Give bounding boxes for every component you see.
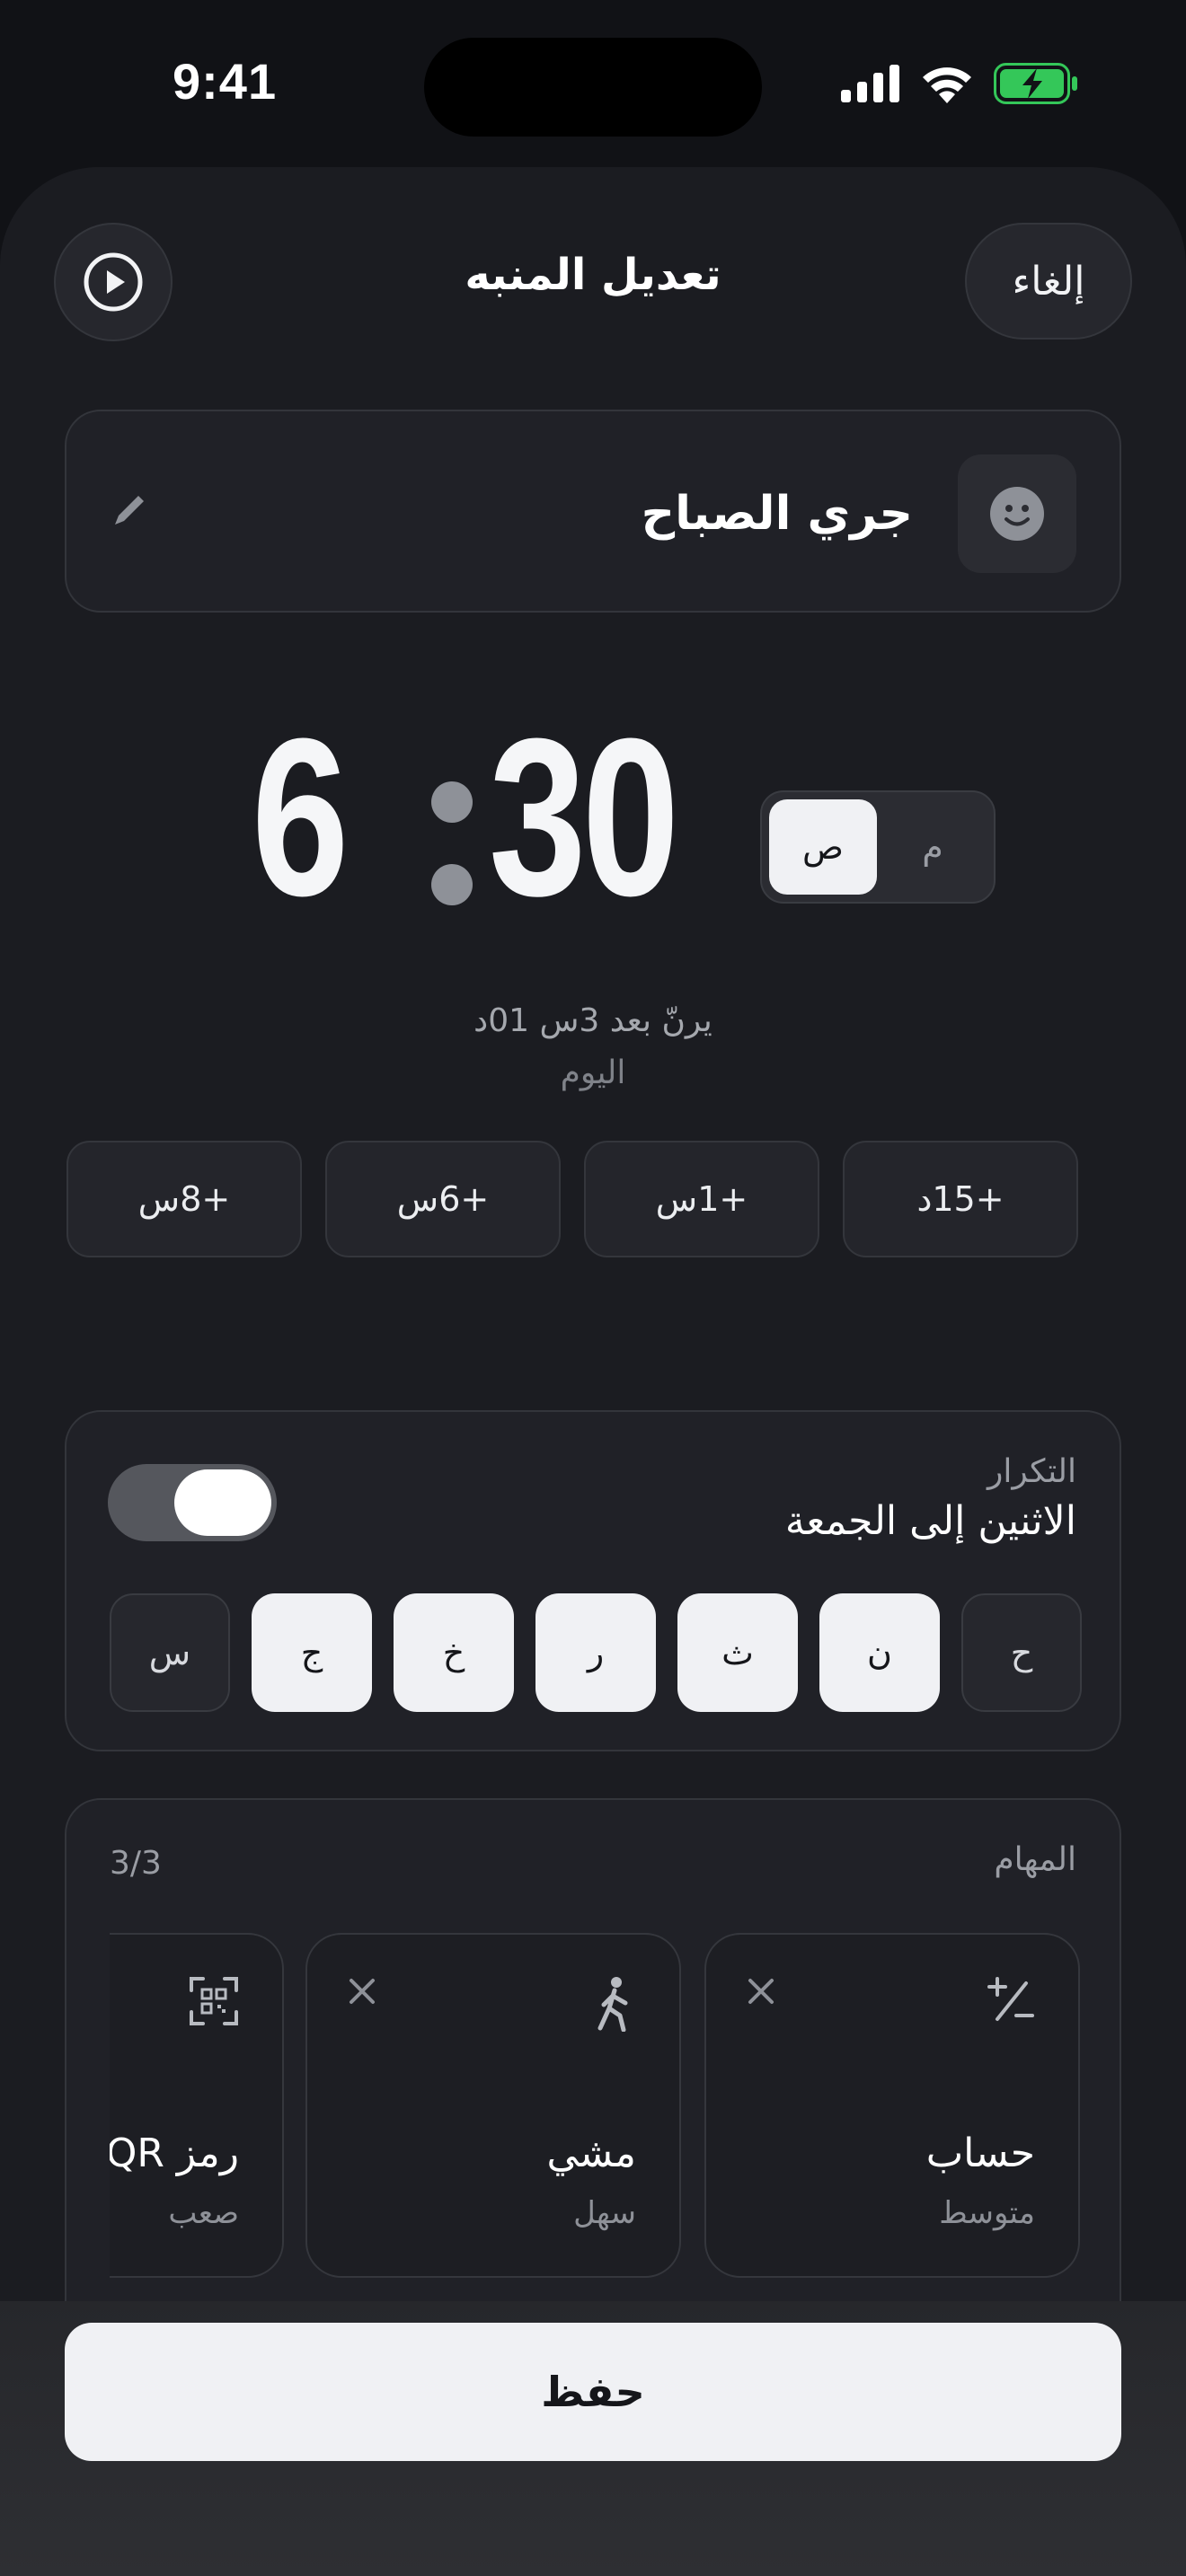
qr-scan-icon (190, 1977, 238, 2025)
ring-day: اليوم (560, 1054, 626, 1091)
signal-icon (841, 65, 899, 102)
remove-task-icon[interactable] (746, 1976, 776, 2007)
quick-add-8h-button[interactable]: +8س (66, 1141, 302, 1257)
hour-value[interactable]: 6 (252, 705, 349, 930)
task-name: رمز QR (110, 2130, 239, 2176)
tasks-count: 3/3 (110, 1845, 162, 1882)
toggle-knob (174, 1469, 271, 1536)
quick-add-15m-button[interactable]: +15د (843, 1141, 1078, 1257)
am-option[interactable]: ص (769, 799, 877, 895)
task-difficulty: متوسط (939, 2195, 1035, 2231)
repeat-value: الاثنين إلى الجمعة (784, 1498, 1076, 1544)
day-chip-wed[interactable]: ر (535, 1593, 656, 1712)
task-difficulty: سهل (573, 2195, 636, 2231)
save-button[interactable]: حفظ (65, 2323, 1121, 2461)
preview-sound-button[interactable] (54, 223, 173, 341)
walk-icon (597, 1977, 628, 2032)
day-chip-fri[interactable]: ج (252, 1593, 372, 1712)
task-card-walk[interactable]: مشي سهل (305, 1933, 681, 2278)
page-title: تعديل المنبه (465, 250, 721, 300)
status-time: 9:41 (173, 53, 278, 110)
time-display[interactable]: 6 30 (0, 705, 1186, 930)
cancel-button[interactable]: إلغاء (965, 223, 1132, 340)
day-chip-tue[interactable]: ث (677, 1593, 798, 1712)
play-circle-icon (84, 252, 143, 312)
quick-add-6h-button[interactable]: +6س (325, 1141, 561, 1257)
task-name: حساب (925, 2130, 1035, 2176)
minute-value[interactable]: 30 (489, 705, 679, 930)
day-chip-mon[interactable]: ن (819, 1593, 940, 1712)
tasks-card: المهام 3/3 حساب متوسط مشي سهل رمز QR صعب (65, 1798, 1121, 2337)
dynamic-island (424, 38, 762, 137)
tasks-scroller[interactable]: حساب متوسط مشي سهل رمز QR صعب (110, 1933, 1080, 2292)
colon-dot-bottom (431, 864, 473, 905)
status-icons (841, 63, 1078, 104)
ring-countdown: يرنّ بعد 3س 01د (474, 1002, 712, 1039)
am-pm-selector[interactable]: ص م (760, 790, 996, 904)
alarm-name-card[interactable]: جري الصباح (65, 410, 1121, 613)
repeat-toggle[interactable] (108, 1464, 277, 1541)
repeat-card: التكرار الاثنين إلى الجمعة ح ن ث ر خ ج س (65, 1410, 1121, 1751)
quick-add-1h-button[interactable]: +1س (584, 1141, 819, 1257)
pencil-icon[interactable] (110, 490, 149, 530)
remove-task-icon[interactable] (347, 1976, 377, 2007)
task-card-math[interactable]: حساب متوسط (704, 1933, 1080, 2278)
task-difficulty: صعب (168, 2195, 239, 2231)
wifi-icon (923, 67, 971, 103)
task-name: مشي (546, 2130, 637, 2176)
tasks-label: المهام (994, 1841, 1076, 1878)
day-chip-sun[interactable]: ح (961, 1593, 1082, 1712)
repeat-label: التكرار (987, 1453, 1076, 1490)
pm-option[interactable]: م (879, 799, 987, 895)
task-card-qr[interactable]: رمز QR صعب (110, 1933, 284, 2278)
alarm-name: جري الصباح (641, 487, 913, 541)
smiley-icon (990, 487, 1044, 541)
battery-charging-icon (994, 63, 1077, 104)
day-chip-sat[interactable]: س (110, 1593, 230, 1712)
colon-dot-top (431, 781, 473, 823)
math-icon (987, 1977, 1034, 2021)
alarm-emoji-button[interactable] (958, 454, 1076, 573)
status-bar: 9:41 (0, 0, 1186, 171)
day-chip-thu[interactable]: خ (394, 1593, 514, 1712)
